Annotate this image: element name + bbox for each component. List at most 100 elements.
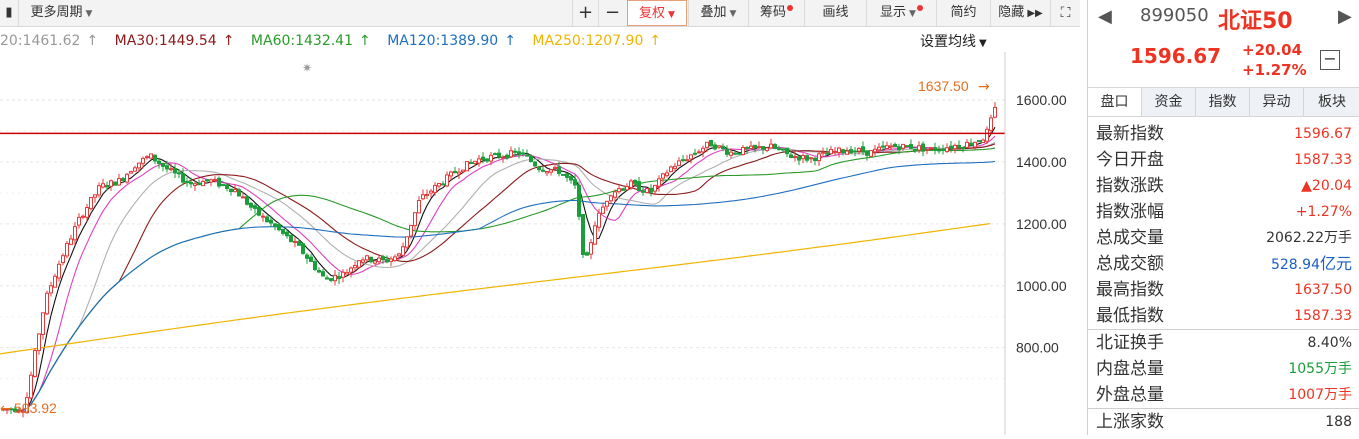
grid-lines (0, 99, 1005, 380)
candle-body (893, 143, 897, 148)
chips-button[interactable]: 筹码 (748, 0, 804, 26)
candle-body (529, 155, 533, 163)
simple-button[interactable]: 简约 (936, 0, 990, 26)
candle-body (313, 261, 317, 271)
candle-body (593, 225, 597, 245)
candle-body (509, 150, 513, 158)
overlay-button[interactable]: 叠加 ▼ (688, 0, 748, 26)
candle-body (697, 151, 701, 154)
candle-body (137, 162, 141, 169)
candle-body (233, 188, 237, 193)
next-arrow-icon[interactable]: ▶ (1338, 6, 1352, 27)
candle-body (681, 159, 685, 162)
candle-body (749, 145, 753, 150)
ma20-value: 20:1461.62 ↑ (0, 33, 99, 49)
candle-body (637, 181, 641, 192)
candle-body (449, 171, 453, 177)
candle-body (709, 139, 713, 147)
candle-body (501, 156, 505, 159)
quote-row: 最高指数 1637.50 (1096, 280, 1352, 300)
draw-line-button[interactable]: 画线 (804, 0, 866, 26)
high-price-label: 1637.50 (918, 78, 969, 94)
caret-down-icon: ▼ (668, 10, 675, 20)
candle-body (113, 181, 117, 186)
zoom-out-button[interactable]: − (598, 0, 626, 26)
quote-row: 外盘总量 1007万手 (1096, 385, 1352, 405)
prev-arrow-icon[interactable]: ◀ (1098, 6, 1112, 27)
candle-body (629, 180, 633, 189)
high-arrow-icon: → (978, 79, 990, 95)
candle-body (685, 159, 689, 162)
index-code: 899050 (1140, 5, 1209, 26)
candle-body (881, 145, 885, 148)
chart-toolbar: ▮ 更多周期 ▼ + − 复权 ▼ 叠加 ▼ 筹码 画线 显示 ▼ 简约 隐藏 ▶▶ ⛶ (0, 0, 1080, 27)
candle-body (885, 145, 889, 149)
collapse-button[interactable]: − (1320, 50, 1340, 70)
candle-body (245, 196, 249, 205)
price-change: +20.04 +1.27% (1242, 40, 1307, 80)
y-tick-label: 1200.00 (1016, 216, 1067, 232)
candle-body (257, 206, 261, 216)
candle-body (813, 157, 817, 162)
candle-body (933, 147, 937, 151)
set-ma-button[interactable]: 设置均线 ▼ (920, 31, 987, 51)
zoom-in-button[interactable]: + (572, 0, 598, 26)
candle-body (861, 146, 865, 153)
candle-body (425, 193, 429, 196)
hide-button[interactable]: 隐藏 ▶▶ (990, 0, 1050, 26)
candle-body (229, 188, 233, 193)
candle-body (85, 207, 89, 218)
y-tick-label: 1600.00 (1016, 92, 1067, 108)
tab-sector[interactable]: 板块 (1304, 88, 1359, 116)
candle-body (645, 188, 649, 194)
candle-body (349, 267, 353, 273)
candle-body (345, 272, 349, 275)
display-button[interactable]: 显示 ▼ (866, 0, 936, 26)
tab-movement[interactable]: 异动 (1250, 88, 1304, 116)
candle-body (249, 202, 253, 208)
candle-body (73, 226, 77, 241)
candle-body (373, 260, 377, 264)
candle-body (797, 156, 801, 161)
candle-body (561, 173, 565, 176)
more-period-button[interactable]: 更多周期 ▼ (18, 0, 104, 26)
candle-body (925, 148, 929, 151)
candle-body (841, 149, 845, 154)
candle-body (325, 277, 329, 280)
candle-body (413, 212, 417, 227)
candle-body (725, 148, 729, 155)
candle-body (457, 171, 461, 175)
candle-body (477, 158, 481, 164)
candle-body (201, 180, 205, 187)
candle-body (405, 236, 409, 248)
candle-body (469, 161, 473, 164)
period-icon[interactable]: ▮ (0, 0, 18, 26)
candle-body (397, 253, 401, 257)
candle-body (253, 205, 257, 209)
candle-body (781, 148, 785, 151)
tab-funds[interactable]: 资金 (1142, 88, 1196, 116)
candle-body (105, 185, 109, 188)
candle-body (597, 212, 601, 228)
candle-body (205, 179, 209, 182)
fullscreen-icon[interactable]: ⛶ (1050, 0, 1080, 26)
tab-pankou[interactable]: 盘口 (1088, 88, 1142, 116)
fuquan-button[interactable]: 复权 ▼ (627, 0, 687, 26)
candle-body (197, 182, 201, 186)
candle-body (785, 147, 789, 155)
candle-body (557, 166, 561, 174)
candle-body (69, 238, 73, 245)
candle-body (753, 144, 757, 149)
kline-chart[interactable]: 1600.00 1400.00 1200.00 1000.00 800.00 1637.… (0, 52, 1080, 435)
tab-index[interactable]: 指数 (1196, 88, 1250, 116)
candle-body (905, 145, 909, 148)
ma-lines (0, 126, 996, 411)
candle-body (721, 146, 725, 150)
candle-body (153, 154, 157, 162)
candle-body (589, 242, 593, 255)
ma250-line (0, 223, 991, 355)
candle-body (41, 312, 45, 336)
star-marker-icon: ✷ (302, 61, 312, 75)
candle-body (317, 269, 321, 273)
candle-body (209, 179, 213, 183)
